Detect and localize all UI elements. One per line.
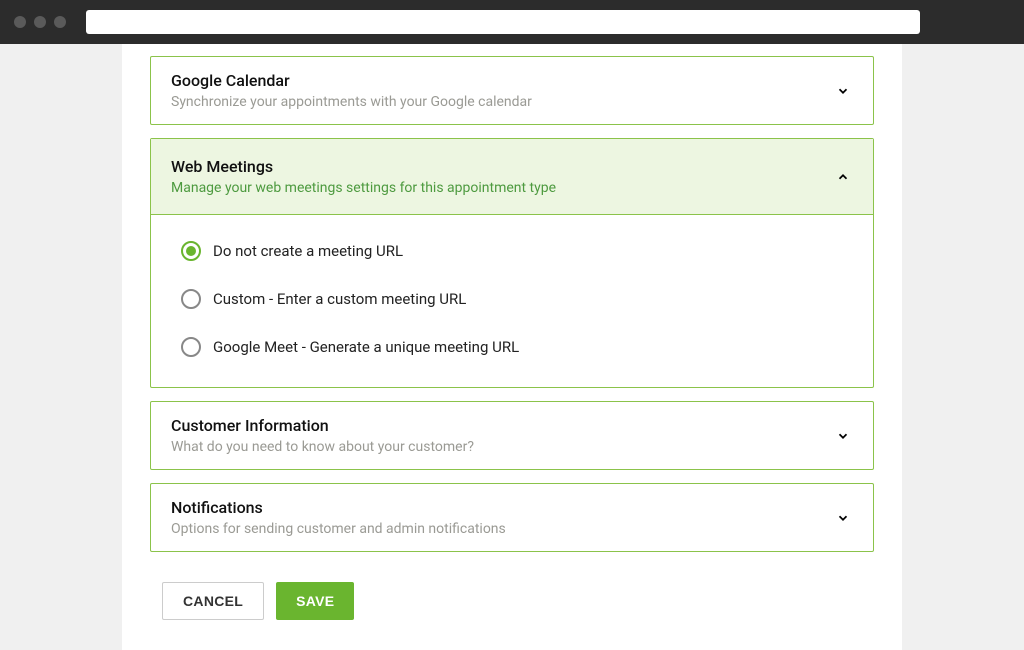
panel-title: Web Meetings [171,157,833,176]
panel-title: Google Calendar [171,71,833,90]
panel-subtitle: Options for sending customer and admin n… [171,521,833,537]
radio-custom-url[interactable]: Custom - Enter a custom meeting URL [181,289,843,309]
window-close-dot[interactable] [14,16,26,28]
panel-title: Customer Information [171,416,833,435]
radio-icon [181,337,201,357]
panel-header-web-meetings[interactable]: Web Meetings Manage your web meetings se… [151,139,873,215]
window-zoom-dot[interactable] [54,16,66,28]
radio-label: Do not create a meeting URL [213,242,403,260]
cancel-button[interactable]: CANCEL [162,582,264,620]
window-minimize-dot[interactable] [34,16,46,28]
chevron-up-icon [833,167,853,187]
panel-header-notifications[interactable]: Notifications Options for sending custom… [151,484,873,551]
panel-titles: Google Calendar Synchronize your appoint… [171,71,833,110]
panel-header-google-calendar[interactable]: Google Calendar Synchronize your appoint… [151,57,873,124]
chevron-down-icon [833,508,853,528]
page-body: Google Calendar Synchronize your appoint… [0,44,1024,650]
panel-titles: Notifications Options for sending custom… [171,498,833,537]
radio-label: Google Meet - Generate a unique meeting … [213,338,519,356]
radio-icon [181,241,201,261]
panel-titles: Customer Information What do you need to… [171,416,833,455]
radio-no-meeting-url[interactable]: Do not create a meeting URL [181,241,843,261]
panel-title: Notifications [171,498,833,517]
radio-google-meet[interactable]: Google Meet - Generate a unique meeting … [181,337,843,357]
action-buttons: CANCEL SAVE [150,582,874,620]
panel-titles: Web Meetings Manage your web meetings se… [171,157,833,196]
save-button[interactable]: SAVE [276,582,354,620]
panel-subtitle: Synchronize your appointments with your … [171,94,833,110]
panel-customer-information: Customer Information What do you need to… [150,401,874,470]
panel-web-meetings: Web Meetings Manage your web meetings se… [150,138,874,388]
panel-header-customer-information[interactable]: Customer Information What do you need to… [151,402,873,469]
chevron-down-icon [833,81,853,101]
radio-icon [181,289,201,309]
settings-panels: Google Calendar Synchronize your appoint… [122,44,902,650]
panel-body-web-meetings: Do not create a meeting URL Custom - Ent… [151,215,873,387]
panel-google-calendar: Google Calendar Synchronize your appoint… [150,56,874,125]
chevron-down-icon [833,426,853,446]
panel-subtitle: What do you need to know about your cust… [171,439,833,455]
window-titlebar [0,0,1024,44]
panel-subtitle: Manage your web meetings settings for th… [171,180,833,196]
window-controls [14,16,66,28]
radio-label: Custom - Enter a custom meeting URL [213,290,466,308]
url-bar[interactable] [86,10,920,34]
panel-notifications: Notifications Options for sending custom… [150,483,874,552]
